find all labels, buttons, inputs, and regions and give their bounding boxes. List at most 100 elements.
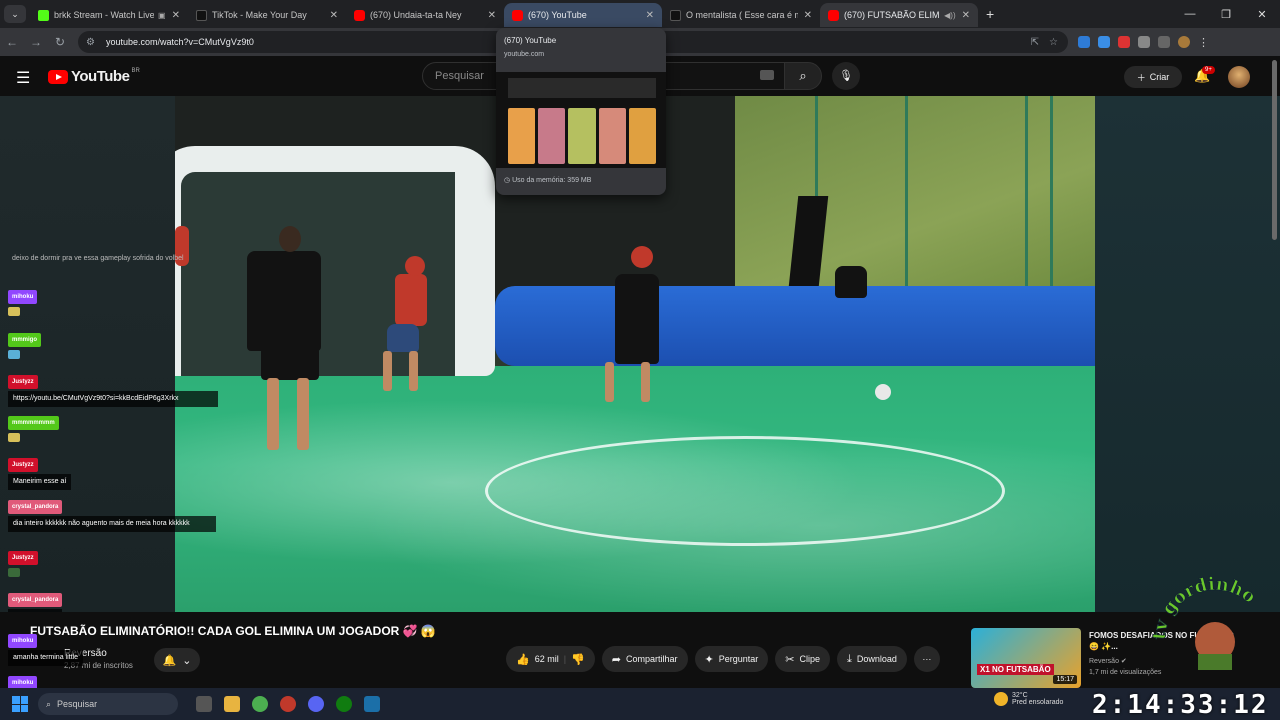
tab-youtube-home[interactable]: (670) YouTube ✕	[504, 3, 662, 27]
youtube-icon	[828, 9, 839, 21]
tab-tiktok[interactable]: TikTok - Make Your Day ✕	[188, 3, 346, 27]
task-view-icon[interactable]	[196, 696, 212, 712]
player-red-helmet	[631, 246, 653, 268]
maximize-button[interactable]: ❐	[1208, 8, 1244, 21]
tab-kick[interactable]: brkk Stream - Watch Live o ▣ ✕	[30, 3, 188, 27]
chat-message: deixo de dormir pra ve essa gameplay sof…	[12, 254, 192, 264]
screen: ⌄ brkk Stream - Watch Live o ▣ ✕ TikTok …	[0, 0, 1280, 720]
minimize-button[interactable]: —	[1172, 8, 1208, 20]
thumbs-down-icon[interactable]: 👎	[571, 653, 585, 666]
chat-emote-icon	[8, 350, 20, 359]
ambient-background-right	[1095, 96, 1280, 612]
youtube-logo[interactable]: YouTube BR	[48, 68, 140, 85]
clip-button[interactable]: ✂ Clipe	[775, 646, 830, 672]
account-avatar[interactable]	[1228, 66, 1250, 88]
profile-icon[interactable]	[1178, 36, 1190, 48]
extension-icon[interactable]	[1098, 36, 1110, 48]
like-button[interactable]: 👍 62 mil | 👎	[506, 646, 595, 672]
page-scrollbar[interactable]	[1272, 60, 1277, 240]
create-button[interactable]: ＋ Criar	[1124, 66, 1182, 88]
tab-title: (670) Undaia-ta-ta Ney	[370, 10, 462, 20]
chat-username: crystal_pandora	[8, 593, 63, 607]
voice-search-button[interactable]: 🎙	[832, 62, 860, 90]
bookmark-star-icon[interactable]: ☆	[1049, 37, 1058, 48]
preview-thumb-item	[508, 108, 536, 164]
site-info-icon[interactable]: ⚙	[86, 37, 100, 48]
extension-icon[interactable]	[1078, 36, 1090, 48]
close-icon[interactable]: ✕	[488, 10, 496, 21]
puzzle-icon[interactable]	[1138, 36, 1150, 48]
chrome-icon[interactable]	[252, 696, 268, 712]
youtube-icon	[354, 9, 365, 21]
tab-search-button[interactable]: ⌄	[4, 5, 26, 23]
forward-icon[interactable]: →	[24, 35, 48, 49]
ask-button[interactable]: ✦ Perguntar	[694, 646, 769, 672]
player	[615, 274, 659, 364]
sparkle-icon: ✦	[704, 653, 714, 666]
media-control-icon[interactable]	[1158, 36, 1170, 48]
hamburger-menu-icon[interactable]: ☰	[16, 68, 30, 88]
steam-icon[interactable]	[364, 696, 380, 712]
like-count: 62 mil	[534, 654, 559, 664]
memory-text: Uso da memória: 359 MB	[512, 177, 592, 184]
player-leg	[297, 378, 309, 450]
chat-message-text: https://youtu.be/CMutVgVz9t0?si=kkBcdEid…	[8, 391, 218, 407]
bell-icon: 🔔	[162, 654, 177, 667]
pip-icon: ▣	[158, 10, 166, 20]
taskbar-apps	[196, 696, 380, 712]
chat-username: Justyzz	[8, 375, 38, 389]
player-shorts	[261, 344, 319, 380]
notification-settings-button[interactable]: 🔔 ⌄	[154, 648, 200, 672]
weather-widget[interactable]: 32°C Pred ensolarado	[994, 692, 1063, 706]
player-head	[279, 226, 301, 252]
search-button[interactable]: ⌕	[784, 62, 822, 90]
video-duration: 15:17	[1053, 675, 1077, 684]
tab-youtube-undaia[interactable]: (670) Undaia-ta-ta Ney ✕	[346, 3, 504, 27]
xbox-icon[interactable]	[336, 696, 352, 712]
tab-title: O mentalista ( Esse cara é mu	[686, 10, 798, 20]
keyboard-icon[interactable]	[760, 70, 774, 80]
recommended-video-thumbnail[interactable]: X1 NO FUTSABÃO 15:17	[971, 628, 1081, 688]
speaker-icon[interactable]: ◀))	[944, 11, 955, 20]
close-icon[interactable]: ✕	[646, 10, 654, 21]
tab-tiktok-mentalista[interactable]: O mentalista ( Esse cara é mu ✕	[662, 3, 820, 27]
close-icon[interactable]: ✕	[804, 10, 812, 21]
install-icon[interactable]: ⇱	[1031, 37, 1039, 48]
close-window-button[interactable]: ✕	[1244, 8, 1280, 21]
reload-icon[interactable]: ↻	[48, 35, 72, 49]
chat-message-text: Maneirim esse aí	[8, 474, 72, 490]
fence-post	[905, 96, 908, 301]
close-icon[interactable]: ✕	[172, 10, 180, 21]
download-button[interactable]: ⤓ Download	[837, 646, 907, 672]
ask-label: Perguntar	[718, 654, 759, 664]
recommended-channel[interactable]: Reversão ✔	[1089, 657, 1127, 665]
back-icon[interactable]: ←	[0, 35, 24, 49]
video-title: FUTSABÃO ELIMINATÓRIO!! CADA GOL ELIMINA…	[30, 624, 436, 638]
tab-hover-preview: (670) YouTube youtube.com ◷ Uso da memór…	[496, 28, 666, 195]
player-leg	[383, 351, 392, 391]
divider: |	[563, 654, 567, 664]
extension-icon[interactable]	[1118, 36, 1130, 48]
preview-url: youtube.com	[504, 51, 545, 58]
file-explorer-icon[interactable]	[224, 696, 240, 712]
soccer-ball	[875, 384, 891, 400]
new-tab-button[interactable]: +	[986, 6, 994, 22]
player	[247, 251, 321, 351]
tab-title: (670) YouTube	[528, 10, 587, 20]
preview-thumb-item	[598, 108, 626, 164]
video-actions: 👍 62 mil | 👎 ➦ Compartilhar ✦ Perguntar …	[506, 646, 940, 672]
share-button[interactable]: ➦ Compartilhar	[601, 646, 688, 672]
more-actions-button[interactable]: ···	[913, 646, 940, 672]
app-icon[interactable]	[280, 696, 296, 712]
close-icon[interactable]: ✕	[330, 10, 338, 21]
menu-dots-icon[interactable]: ⋮	[1198, 36, 1210, 49]
weather-condition: Pred ensolarado	[1012, 699, 1064, 706]
tab-youtube-futsabao[interactable]: (670) FUTSABÃO ELIMINAT ◀)) ✕	[820, 3, 978, 27]
download-icon: ⤓	[847, 652, 852, 665]
player-leg	[641, 362, 650, 402]
discord-icon[interactable]	[308, 696, 324, 712]
scissors-icon: ✂	[785, 653, 795, 666]
close-icon[interactable]: ✕	[962, 10, 970, 21]
windows-start-icon[interactable]	[12, 696, 28, 712]
taskbar-search-input[interactable]: ⌕ Pesquisar	[38, 693, 178, 715]
